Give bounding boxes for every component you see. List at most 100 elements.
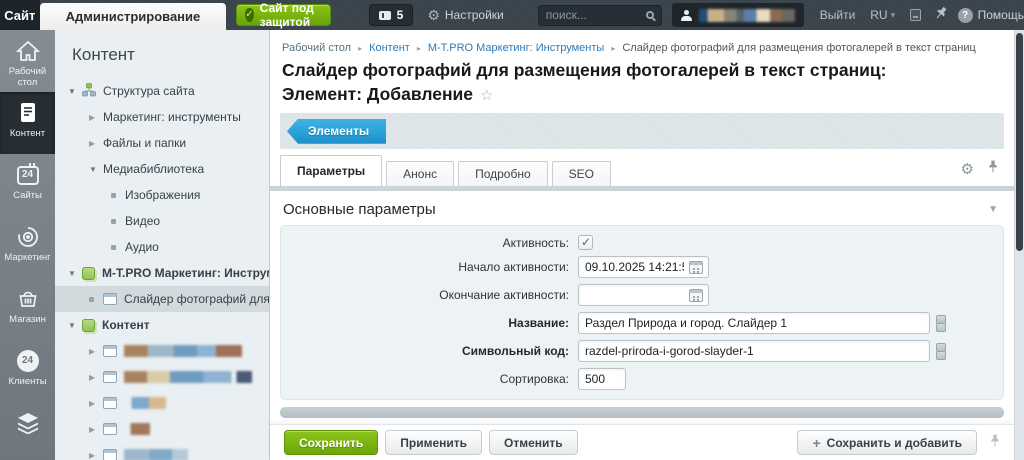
chevron-right-icon[interactable]	[89, 399, 103, 408]
sort-input[interactable]	[578, 368, 626, 390]
field-row-code: Символьный код:	[281, 340, 1003, 362]
collapse-caret-icon[interactable]: ▼	[988, 204, 998, 215]
chevron-right-icon[interactable]	[89, 113, 103, 122]
tree-item-label: Медиабиблиотека	[103, 162, 204, 176]
tree-item-redacted[interactable]	[55, 442, 269, 460]
breadcrumb-link[interactable]: Рабочий стол	[282, 42, 351, 54]
vertical-scrollbar[interactable]	[1014, 30, 1024, 460]
chevron-down-icon[interactable]	[68, 269, 82, 278]
site-tab[interactable]: Сайт	[0, 0, 40, 30]
back-to-elements-button[interactable]: Элементы	[287, 119, 386, 144]
admin-tab[interactable]: Администрирование	[40, 3, 227, 30]
search-input[interactable]	[546, 8, 646, 22]
circle-24-icon: 24	[0, 348, 55, 374]
rail-item-more[interactable]	[0, 402, 55, 460]
tree-item-files-folders[interactable]: Файлы и папки	[55, 130, 269, 156]
cancel-button[interactable]: Отменить	[489, 430, 578, 455]
window-icon	[103, 397, 117, 409]
name-input[interactable]	[578, 312, 930, 334]
scrollbar-thumb[interactable]	[1016, 33, 1023, 251]
calendar-icon[interactable]	[689, 289, 703, 302]
tree-item-audio[interactable]: Аудио	[55, 234, 269, 260]
chevron-down-icon[interactable]	[68, 321, 82, 330]
rail-item-desktop[interactable]: Рабочий стол	[0, 30, 55, 92]
field-label: Окончание активности:	[281, 288, 578, 302]
breadcrumb-link[interactable]: Контент	[369, 42, 410, 54]
tree-item-site-structure[interactable]: Структура сайта	[55, 78, 269, 104]
search-icon[interactable]	[646, 11, 654, 19]
chevron-down-icon[interactable]	[68, 87, 82, 96]
tab-seo[interactable]: SEO	[552, 161, 611, 186]
tree-item-video[interactable]: Видео	[55, 208, 269, 234]
target-icon	[0, 224, 55, 250]
chevron-right-icon[interactable]	[89, 347, 103, 356]
chevron-right-icon[interactable]	[89, 139, 103, 148]
tree-item-marketing-tools[interactable]: Маркетинг: инструменты	[55, 104, 269, 130]
rail-label: Магазин	[0, 315, 55, 326]
field-link-icon[interactable]	[936, 343, 944, 360]
rail-label: Рабочий стол	[0, 67, 55, 89]
tree-item-mtpro-tools[interactable]: M-T.PRO Маркетинг: Инструменты	[55, 260, 269, 286]
tab-details[interactable]: Подробно	[458, 161, 548, 186]
field-row-name: Название:	[281, 312, 1003, 334]
user-menu[interactable]	[672, 3, 804, 27]
rail-item-clients[interactable]: 24 Клиенты	[0, 340, 55, 402]
rail-label: Клиенты	[0, 377, 55, 388]
footer-pin-icon[interactable]	[990, 433, 1000, 453]
field-row-end: Окончание активности:	[281, 284, 1003, 306]
redacted-label	[124, 423, 150, 435]
help-button[interactable]: ? Помощь	[958, 8, 1024, 23]
rail-item-content[interactable]: Контент	[0, 92, 55, 154]
logout-link[interactable]: Выйти	[820, 8, 856, 22]
pin-icon[interactable]	[929, 4, 950, 27]
rail-item-marketing[interactable]: Маркетинг	[0, 216, 55, 278]
save-button[interactable]: Сохранить	[284, 430, 378, 455]
tab-parameters[interactable]: Параметры	[280, 155, 382, 186]
tree-item-redacted[interactable]	[55, 338, 269, 364]
tree-item-redacted[interactable]	[55, 416, 269, 442]
chevron-right-icon[interactable]	[89, 425, 103, 434]
notifications-counter[interactable]: 5	[369, 4, 414, 26]
tree-item-redacted[interactable]	[55, 364, 269, 390]
home-icon	[0, 38, 55, 64]
top-bar: Сайт Администрирование Сайт под защитой …	[0, 0, 1024, 30]
form-pin-icon[interactable]	[988, 159, 998, 179]
badge-24: 24	[22, 355, 33, 367]
favorite-star-icon[interactable]	[473, 84, 493, 104]
field-label: Активность:	[281, 236, 578, 250]
tree-item-label: Аудио	[125, 240, 159, 254]
site-protected-button[interactable]: Сайт под защитой	[236, 4, 330, 26]
breadcrumb-link[interactable]: M-T.PRO Маркетинг: Инструменты	[428, 42, 604, 54]
breadcrumb: Рабочий стол ▸ Контент ▸ M-T.PRO Маркети…	[270, 30, 1014, 54]
field-label: Сортировка:	[281, 372, 578, 386]
calendar-icon[interactable]	[689, 261, 703, 274]
symbolic-code-input[interactable]	[578, 340, 930, 362]
chevron-right-icon[interactable]	[89, 451, 103, 460]
badge-24: 24	[22, 169, 33, 181]
field-link-icon[interactable]	[936, 315, 944, 332]
redacted-label	[124, 371, 252, 383]
settings-button[interactable]: ⚙ Настройки	[427, 8, 503, 22]
tree-item-medialibrary[interactable]: Медиабиблиотека	[55, 156, 269, 182]
chevron-right-icon[interactable]	[89, 373, 103, 382]
activity-checkbox[interactable]	[578, 235, 593, 250]
tree-item-photo-slider[interactable]: Слайдер фотографий для размещ	[55, 286, 269, 312]
field-label: Начало активности:	[281, 260, 578, 274]
rail-label: Сайты	[0, 191, 55, 202]
rail-item-sites[interactable]: 24 Сайты	[0, 154, 55, 216]
tree-item-images[interactable]: Изображения	[55, 182, 269, 208]
chevron-down-icon[interactable]	[89, 165, 103, 174]
window-icon	[103, 345, 117, 357]
tree-item-content-group[interactable]: Контент	[55, 312, 269, 338]
horizontal-scrollbar[interactable]	[280, 407, 1004, 418]
tree-item-redacted[interactable]	[55, 390, 269, 416]
apply-button[interactable]: Применить	[385, 430, 482, 455]
form-settings-gear-icon[interactable]: ⚙	[961, 162, 974, 177]
hotkeys-icon[interactable]	[910, 9, 920, 21]
rail-item-shop[interactable]: Магазин	[0, 278, 55, 340]
language-dropdown[interactable]: RU	[870, 8, 895, 22]
counter-value: 5	[397, 8, 404, 22]
save-and-add-button[interactable]: Сохранить и добавить	[797, 430, 977, 455]
tree-item-label: Видео	[125, 214, 160, 228]
tab-announce[interactable]: Анонс	[386, 161, 454, 186]
